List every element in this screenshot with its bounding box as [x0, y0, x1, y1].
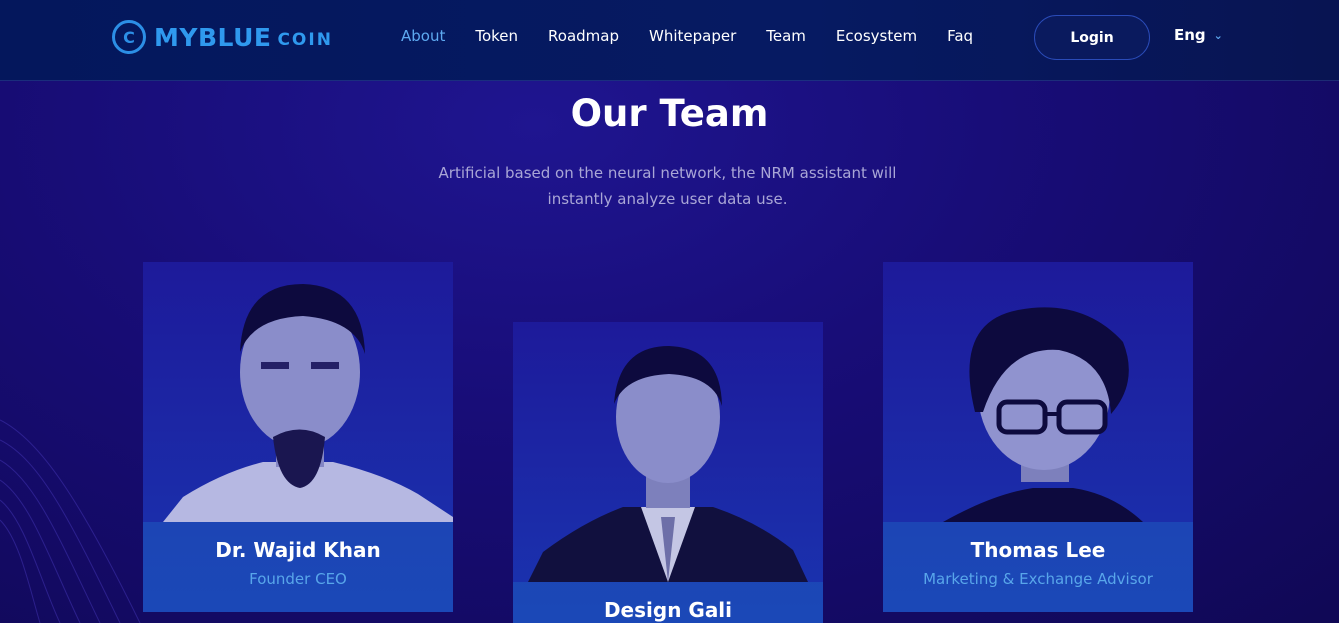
- section-title: Our Team: [570, 92, 769, 135]
- coin-logo-icon: C: [112, 20, 146, 54]
- member-info: Dr. Wajid Khan Founder CEO: [143, 522, 453, 612]
- logo-text-sub: COIN: [277, 30, 333, 50]
- nav-token[interactable]: Token: [475, 27, 518, 45]
- nav-ecosystem[interactable]: Ecosystem: [836, 27, 917, 45]
- member-name: Design Gali: [603, 598, 733, 622]
- language-label: Eng: [1174, 26, 1206, 44]
- member-role: Marketing & Exchange Advisor: [923, 570, 1153, 588]
- member-photo: [528, 346, 808, 582]
- member-info: Thomas Lee Marketing & Exchange Advisor: [883, 522, 1193, 612]
- subtitle-line-2: instantly analyze user data use.: [547, 190, 788, 208]
- member-role: Founder CEO: [249, 570, 347, 588]
- member-info: Design Gali: [513, 582, 823, 623]
- brand-logo[interactable]: C MYBLUE COIN: [112, 19, 333, 55]
- language-selector[interactable]: Eng ⌄: [1174, 26, 1223, 44]
- main-nav: About Token Roadmap Whitepaper Team Ecos…: [401, 27, 973, 45]
- nav-whitepaper[interactable]: Whitepaper: [649, 27, 736, 45]
- nav-roadmap[interactable]: Roadmap: [548, 27, 619, 45]
- team-card-wajid-khan[interactable]: Dr. Wajid Khan Founder CEO: [143, 262, 453, 612]
- member-name: Thomas Lee: [970, 538, 1106, 562]
- subtitle-line-1: Artificial based on the neural network, …: [438, 164, 897, 182]
- logo-text-main: MYBLUE: [154, 22, 272, 52]
- nav-faq[interactable]: Faq: [947, 27, 973, 45]
- team-card-design-gali[interactable]: Design Gali: [513, 322, 823, 623]
- team-card-thomas-lee[interactable]: Thomas Lee Marketing & Exchange Advisor: [883, 262, 1193, 612]
- login-button[interactable]: Login: [1034, 15, 1150, 60]
- top-navbar: C MYBLUE COIN About Token Roadmap Whitep…: [0, 0, 1339, 81]
- member-name: Dr. Wajid Khan: [215, 538, 381, 562]
- nav-team[interactable]: Team: [766, 27, 806, 45]
- member-photo: [943, 307, 1143, 522]
- member-photo: [163, 284, 453, 522]
- nav-about[interactable]: About: [401, 27, 445, 45]
- section-subtitle: Artificial based on the neural network, …: [420, 160, 915, 212]
- chevron-down-icon: ⌄: [1213, 28, 1223, 42]
